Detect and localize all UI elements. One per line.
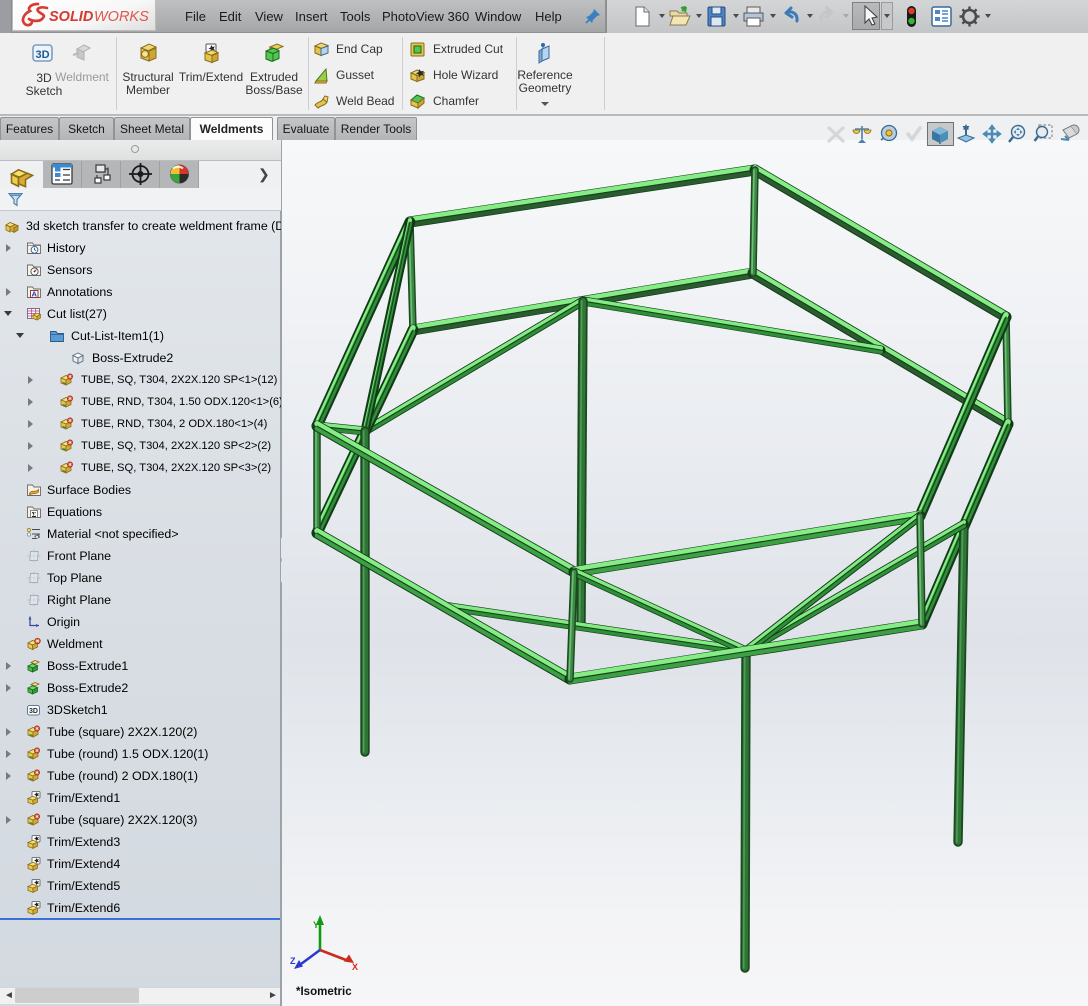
svg-text:A: A [31, 290, 37, 299]
svg-text:Y: Y [313, 920, 319, 930]
svg-text:SOLID: SOLID [49, 9, 94, 25]
svg-text:Σ: Σ [32, 511, 37, 519]
svg-text:X: X [352, 962, 358, 972]
svg-text:WORKS: WORKS [94, 9, 149, 25]
svg-text:3D: 3D [29, 708, 38, 715]
svg-text:Z: Z [290, 956, 296, 966]
